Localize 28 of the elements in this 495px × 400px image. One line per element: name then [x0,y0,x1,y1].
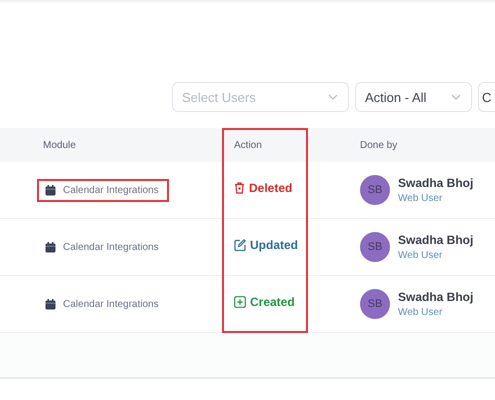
edit-icon [234,239,246,251]
plus-square-icon [234,296,246,308]
user-role: Web User [398,193,444,204]
column-header: Action [233,140,263,150]
calendar-icon [45,298,56,310]
user-role: Web User [398,250,444,261]
user-name: Swadha Bhoj [398,290,474,304]
chevron-down-icon [451,94,461,100]
column-header: Module [42,140,77,150]
chevron-down-icon [328,94,338,100]
module-name: Calendar Integrations [63,242,159,252]
select-dropdown[interactable]: C [478,82,495,112]
calendar-icon [45,242,56,252]
module-name: Calendar Integrations [63,298,159,310]
avatar: SB [360,289,390,319]
action-status: Deleted [234,181,292,195]
calendar-icon [45,184,56,196]
user-name: Swadha Bhoj [398,176,474,190]
action-status: Created [234,295,295,309]
module-name: Calendar Integrations [63,184,159,196]
user-name: Swadha Bhoj [398,233,474,247]
avatar: SB [360,175,390,205]
select-dropdown[interactable]: Action - All [355,82,472,112]
user-role: Web User [398,307,444,318]
column-header: Done by [359,140,398,150]
avatar: SB [360,232,390,262]
trash-icon [234,182,245,194]
action-status: Updated [234,238,298,252]
